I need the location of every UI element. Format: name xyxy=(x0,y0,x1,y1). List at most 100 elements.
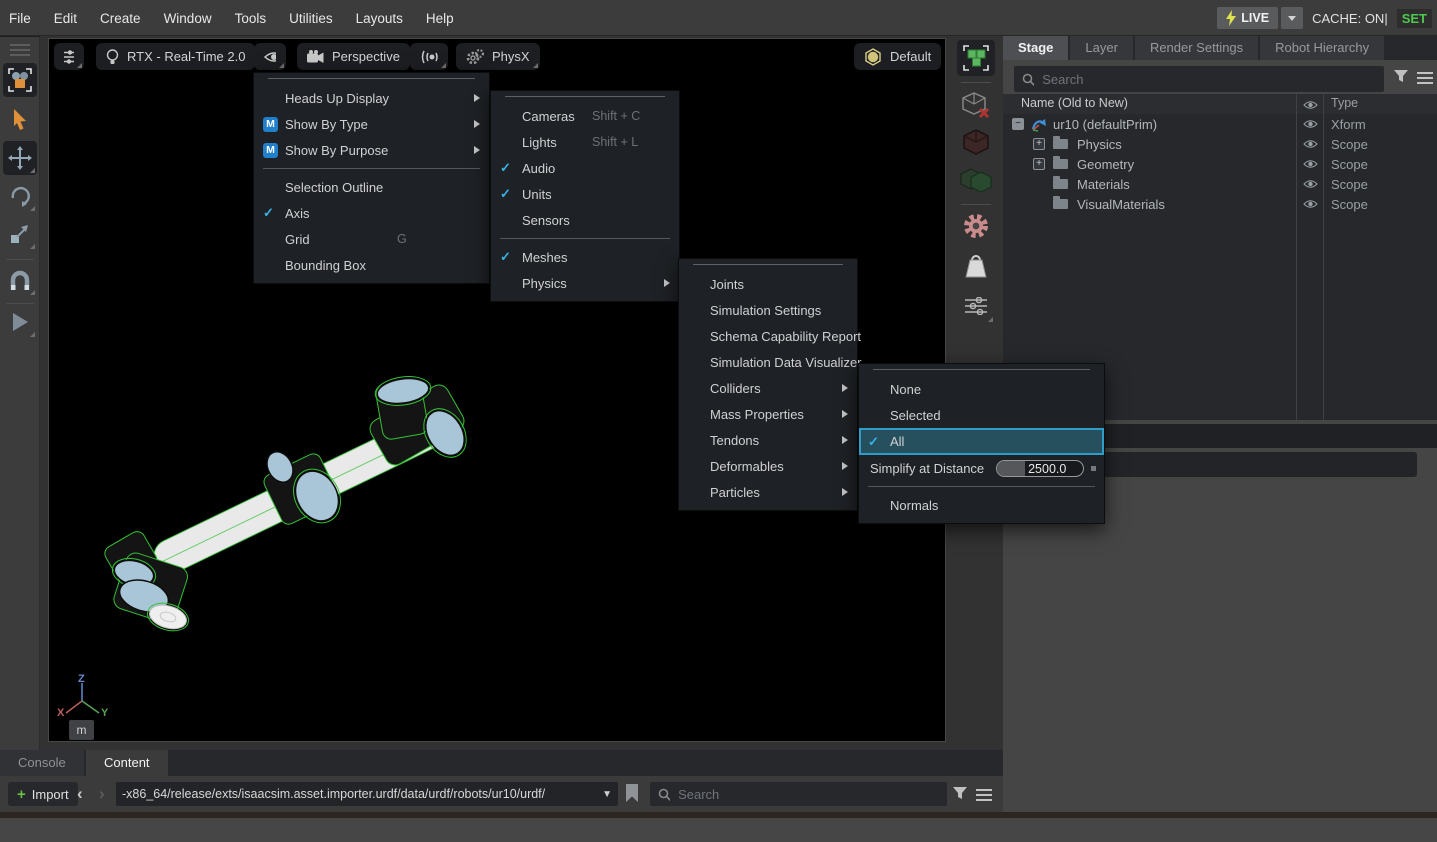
play-button[interactable] xyxy=(3,305,37,339)
tab-layer[interactable]: Layer xyxy=(1070,36,1133,60)
menu-item-joints[interactable]: Joints xyxy=(679,271,857,297)
tab-content[interactable]: Content xyxy=(86,750,168,776)
toolbar-drag-handle[interactable] xyxy=(10,44,30,56)
viewport-settings-button[interactable] xyxy=(54,43,84,70)
menu-edit[interactable]: Edit xyxy=(54,11,77,26)
expand-toggle[interactable]: + xyxy=(1033,158,1045,170)
content-options-button[interactable] xyxy=(976,786,992,804)
select-tool-button[interactable] xyxy=(3,103,37,137)
column-type[interactable]: Type xyxy=(1331,96,1358,110)
menu-item-mass-properties[interactable]: Mass Properties xyxy=(679,401,857,427)
tree-row-physics[interactable]: + Physics Scope xyxy=(1003,134,1437,154)
live-sync-button[interactable]: LIVE xyxy=(1217,7,1278,29)
menu-item-particles[interactable]: Particles xyxy=(679,479,857,505)
visibility-eye-icon[interactable] xyxy=(1303,197,1318,212)
menu-item-sensors[interactable]: Sensors xyxy=(491,207,679,233)
menu-item-simulation-data-visualizer[interactable]: Simulation Data Visualizer xyxy=(679,349,857,375)
menu-item-deformables[interactable]: Deformables xyxy=(679,453,857,479)
renderer-button[interactable]: RTX - Real-Time 2.0 xyxy=(96,43,255,70)
physics-authoring-select-button[interactable] xyxy=(957,40,995,76)
menu-help[interactable]: Help xyxy=(426,11,454,26)
simplify-distance-slider[interactable]: 2500.0 xyxy=(996,460,1084,477)
expand-toggle[interactable]: + xyxy=(1033,138,1045,150)
physics-settings-button[interactable] xyxy=(957,208,995,244)
rigid-body-button[interactable] xyxy=(957,124,995,160)
rotate-tool-button[interactable] xyxy=(3,179,37,213)
back-button[interactable]: ‹ xyxy=(77,782,83,806)
prim-name[interactable]: ur10 (defaultPrim) xyxy=(1053,117,1157,132)
visibility-eye-icon[interactable] xyxy=(1303,177,1318,192)
prim-name[interactable]: VisualMaterials xyxy=(1077,197,1165,212)
column-name[interactable]: Name (Old to New) xyxy=(1021,96,1128,110)
tree-row-visualmaterials[interactable]: VisualMaterials Scope xyxy=(1003,194,1437,214)
menu-create[interactable]: Create xyxy=(100,11,141,26)
path-breadcrumb-field[interactable]: -x86_64/release/exts/isaacsim.asset.impo… xyxy=(116,782,618,806)
tab-console[interactable]: Console xyxy=(0,750,84,776)
stage-search-input[interactable] xyxy=(1042,72,1376,87)
selection-mode-button[interactable] xyxy=(3,63,37,97)
tree-row-materials[interactable]: Materials Scope xyxy=(1003,174,1437,194)
sensor-button[interactable] xyxy=(410,43,448,70)
prim-name[interactable]: Physics xyxy=(1077,137,1122,152)
tab-stage[interactable]: Stage xyxy=(1003,36,1068,60)
content-search-input[interactable] xyxy=(678,787,939,802)
menu-tools[interactable]: Tools xyxy=(235,11,267,26)
remove-physics-button[interactable] xyxy=(957,88,995,124)
physics-debug-options-button[interactable] xyxy=(957,288,995,324)
menu-window[interactable]: Window xyxy=(164,11,212,26)
menu-item-heads-up-display[interactable]: Heads Up Display xyxy=(254,85,489,111)
menu-item-none[interactable]: None xyxy=(859,376,1104,402)
menu-item-simulation-settings[interactable]: Simulation Settings xyxy=(679,297,857,323)
visibility-eye-icon[interactable] xyxy=(1303,117,1318,132)
menu-item-normals[interactable]: Normals xyxy=(859,492,1104,518)
stage-search-field[interactable] xyxy=(1014,66,1384,92)
menu-item-lights[interactable]: Lights Shift + L xyxy=(491,129,679,155)
stage-options-button[interactable] xyxy=(1417,69,1433,87)
column-visibility-eye-icon[interactable] xyxy=(1303,99,1318,113)
move-tool-button[interactable] xyxy=(3,141,37,175)
menu-item-meshes[interactable]: ✓ Meshes xyxy=(491,244,679,270)
menu-item-show-by-type[interactable]: M Show By Type xyxy=(254,111,489,137)
display-options-button[interactable] xyxy=(254,43,286,70)
menu-file[interactable]: File xyxy=(9,11,31,26)
camera-button[interactable]: Perspective xyxy=(297,43,410,70)
collider-group-button[interactable] xyxy=(957,162,995,198)
prim-name[interactable]: Materials xyxy=(1077,177,1130,192)
scale-tool-button[interactable] xyxy=(3,217,37,251)
menu-item-all[interactable]: ✓ All xyxy=(859,428,1104,455)
forward-button[interactable]: › xyxy=(99,782,105,806)
collapse-toggle[interactable]: − xyxy=(1012,118,1024,130)
physx-button[interactable]: PhysX xyxy=(456,43,540,70)
menu-item-audio[interactable]: ✓ Audio xyxy=(491,155,679,181)
visibility-eye-icon[interactable] xyxy=(1303,137,1318,152)
tab-robot-hierarchy[interactable]: Robot Hierarchy xyxy=(1260,36,1384,60)
menu-item-show-by-purpose[interactable]: M Show By Purpose xyxy=(254,137,489,163)
prim-name[interactable]: Geometry xyxy=(1077,157,1134,172)
import-button[interactable]: + Import xyxy=(8,782,78,806)
filter-funnel-icon[interactable] xyxy=(952,786,968,802)
menu-layouts[interactable]: Layouts xyxy=(356,11,403,26)
cache-set-button[interactable]: SET xyxy=(1397,9,1432,28)
menu-item-schema-capability-report[interactable]: Schema Capability Report xyxy=(679,323,857,349)
mass-tool-button[interactable] xyxy=(957,248,995,284)
live-dropdown-button[interactable] xyxy=(1281,7,1303,29)
menu-item-grid[interactable]: Grid G xyxy=(254,226,489,252)
content-search-field[interactable] xyxy=(650,782,947,806)
menu-item-selection-outline[interactable]: Selection Outline xyxy=(254,174,489,200)
path-dropdown-icon[interactable]: ▼ xyxy=(602,789,612,800)
lighting-mode-button[interactable]: Default xyxy=(854,43,941,70)
tree-row-geometry[interactable]: + Geometry Scope xyxy=(1003,154,1437,174)
tab-render-settings[interactable]: Render Settings xyxy=(1135,36,1258,60)
menu-item-colliders[interactable]: Colliders xyxy=(679,375,857,401)
menu-utilities[interactable]: Utilities xyxy=(289,11,333,26)
bookmark-icon[interactable] xyxy=(625,784,639,803)
menu-item-selected[interactable]: Selected xyxy=(859,402,1104,428)
snap-tool-button[interactable] xyxy=(3,263,37,297)
menu-item-physics[interactable]: Physics xyxy=(491,270,679,296)
slider-reset-dot[interactable] xyxy=(1091,466,1096,471)
menu-item-axis[interactable]: ✓ Axis xyxy=(254,200,489,226)
menu-item-cameras[interactable]: Cameras Shift + C xyxy=(491,103,679,129)
visibility-eye-icon[interactable] xyxy=(1303,157,1318,172)
menu-item-bounding-box[interactable]: Bounding Box xyxy=(254,252,489,278)
menu-item-tendons[interactable]: Tendons xyxy=(679,427,857,453)
